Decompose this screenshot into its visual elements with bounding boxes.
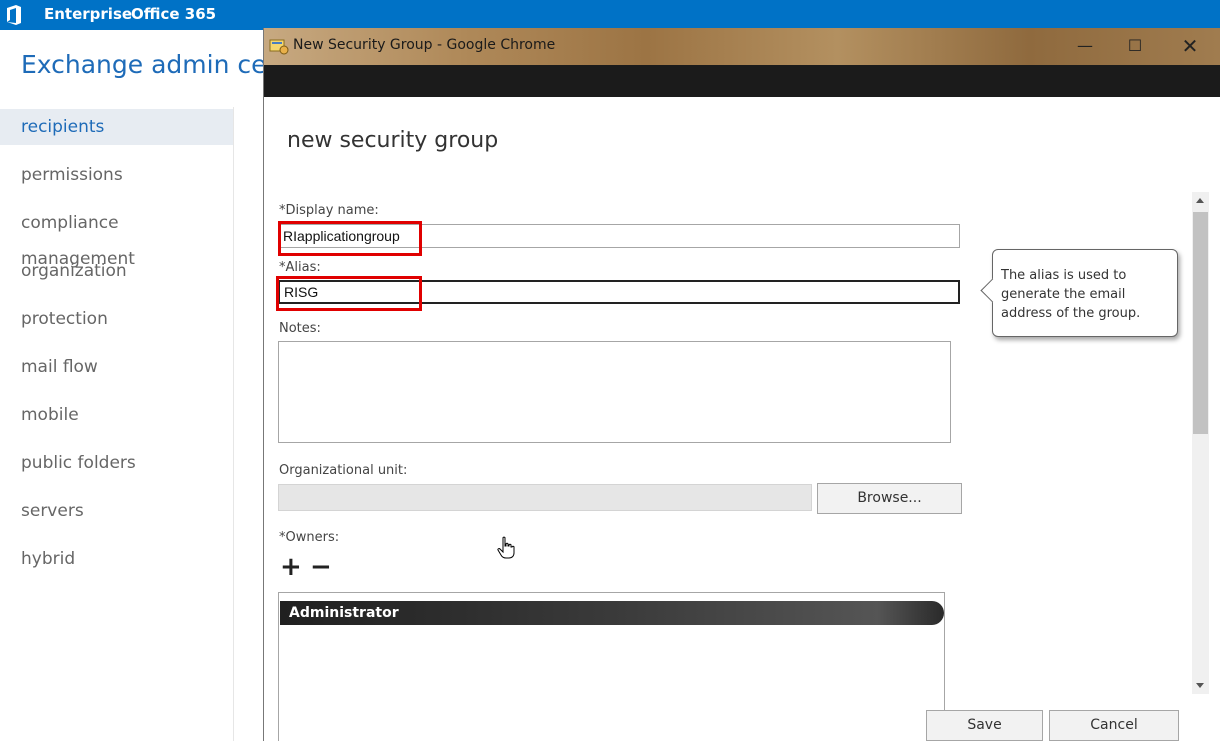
- highlight-box: [276, 276, 422, 311]
- window-title: New Security Group - Google Chrome: [293, 37, 556, 53]
- nav-item-servers[interactable]: servers: [0, 493, 233, 529]
- nav-item-hybrid[interactable]: hybrid: [0, 541, 233, 577]
- enterprise-link[interactable]: Enterprise: [44, 5, 132, 23]
- popup-window: New Security Group - Google Chrome — ☐ ✕…: [263, 28, 1220, 741]
- highlight-box: [278, 221, 422, 256]
- maximize-icon[interactable]: ☐: [1120, 34, 1150, 58]
- top-bar: Enterprise Office 365: [0, 0, 1220, 30]
- nav-item-mobile[interactable]: mobile: [0, 397, 233, 433]
- remove-owner-icon[interactable]: −: [310, 554, 332, 580]
- ou-field: [278, 484, 812, 511]
- office-logo-icon[interactable]: [5, 4, 23, 26]
- list-item[interactable]: Administrator: [280, 601, 944, 625]
- notes-label: Notes:: [279, 321, 321, 336]
- page-favicon-icon: [269, 39, 289, 55]
- scroll-down-icon[interactable]: [1196, 683, 1204, 688]
- nav-item-protection[interactable]: protection: [0, 301, 233, 337]
- nav-item-compliance-management[interactable]: compliance management: [0, 205, 233, 269]
- owners-list: Administrator: [278, 592, 945, 741]
- tooltip-text: The alias is used to generate the email …: [1001, 268, 1141, 321]
- window-titlebar[interactable]: New Security Group - Google Chrome — ☐ ✕: [264, 28, 1220, 65]
- dialog-title: new security group: [287, 128, 499, 153]
- cancel-button[interactable]: Cancel: [1049, 710, 1179, 741]
- alias-label: *Alias:: [279, 260, 321, 275]
- scroll-up-icon[interactable]: [1196, 198, 1204, 203]
- alias-tooltip: The alias is used to generate the email …: [980, 249, 1178, 337]
- save-button[interactable]: Save: [926, 710, 1043, 741]
- page-title: Exchange admin cent: [21, 50, 293, 79]
- add-owner-icon[interactable]: +: [280, 554, 302, 580]
- nav-item-recipients[interactable]: recipients: [0, 109, 233, 145]
- nav-item-public-folders[interactable]: public folders: [0, 445, 233, 481]
- nav-item-permissions[interactable]: permissions: [0, 157, 233, 193]
- left-nav: recipients permissions compliance manage…: [0, 107, 234, 741]
- scroll-thumb[interactable]: [1193, 212, 1208, 434]
- browse-button[interactable]: Browse...: [817, 483, 962, 514]
- notes-textarea[interactable]: [278, 341, 951, 443]
- nav-item-organization[interactable]: organization: [0, 253, 233, 289]
- scrollbar[interactable]: [1192, 192, 1209, 694]
- ou-label: Organizational unit:: [279, 463, 408, 478]
- address-bar: [264, 65, 1220, 97]
- display-name-label: *Display name:: [279, 203, 379, 218]
- nav-item-mail-flow[interactable]: mail flow: [0, 349, 233, 385]
- owners-label: *Owners:: [279, 530, 340, 545]
- office365-link[interactable]: Office 365: [131, 5, 216, 23]
- close-icon[interactable]: ✕: [1175, 34, 1205, 58]
- minimize-icon[interactable]: —: [1070, 34, 1100, 58]
- hand-cursor-icon: [497, 536, 515, 559]
